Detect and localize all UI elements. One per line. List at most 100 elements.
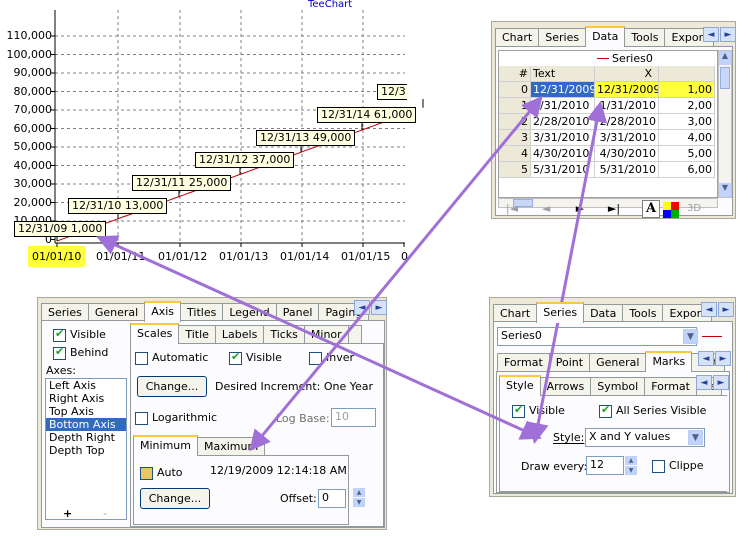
axes-list-item[interactable]: Depth Right: [46, 431, 126, 444]
chevron-right-icon[interactable]: ►: [715, 351, 731, 366]
series-mark-label[interactable]: 12/31/09 1,000: [14, 221, 107, 237]
tab-general[interactable]: General: [589, 353, 647, 372]
tab-tools[interactable]: Tools: [624, 28, 666, 47]
visible-checkbox[interactable]: Visible: [53, 327, 106, 342]
y-cell[interactable]: 2,00: [659, 98, 715, 114]
tab-labels[interactable]: Labels: [214, 325, 265, 344]
tab-scroll[interactable]: ◄ ►: [703, 27, 736, 42]
chevron-right-icon[interactable]: ►: [371, 300, 387, 315]
chevron-left-icon[interactable]: ◄: [698, 351, 714, 366]
draw-every-input[interactable]: 12: [586, 456, 624, 475]
tab-maximum[interactable]: Maximum: [196, 437, 266, 456]
tab-arrows[interactable]: Arrows: [539, 377, 592, 396]
behind-checkbox[interactable]: Behind: [53, 345, 108, 360]
text-cell[interactable]: 12/31/2009: [531, 82, 595, 98]
chevron-down-icon[interactable]: ▼: [688, 430, 703, 445]
offset-spin[interactable]: ▲ ▼: [353, 488, 365, 507]
automatic-checkbox[interactable]: Automatic: [135, 351, 208, 365]
spin-up-icon[interactable]: ▲: [353, 488, 365, 497]
text-cell[interactable]: 2/28/2010: [531, 114, 595, 130]
chevron-left-icon[interactable]: ◄: [703, 27, 719, 42]
tab-scroll[interactable]: ◄ ►: [354, 300, 387, 315]
axes-list-item[interactable]: Right Axis: [46, 392, 126, 405]
x-cell[interactable]: 2/28/2010: [595, 114, 659, 130]
marks-subtab-scroll[interactable]: ◄ ►: [696, 375, 729, 390]
add-axis-button[interactable]: +: [63, 507, 72, 520]
visible-scale-checkbox[interactable]: Visible: [229, 350, 282, 365]
chevron-down-icon[interactable]: ▼: [683, 329, 698, 344]
header-index[interactable]: #: [499, 66, 531, 82]
header-text[interactable]: Text: [531, 66, 595, 82]
tab-axis[interactable]: Axis: [144, 301, 182, 322]
nav-last-button[interactable]: ►|: [602, 202, 626, 215]
axes-list-item[interactable]: Bottom Axis: [46, 418, 126, 431]
text-cell[interactable]: 3/31/2010: [531, 130, 595, 146]
scroll-up-icon[interactable]: ▲: [719, 51, 731, 65]
nav-prev-button[interactable]: ◄: [534, 202, 558, 215]
x-cell[interactable]: 1/31/2010: [595, 98, 659, 114]
marks-visible-checkbox[interactable]: Visible: [512, 403, 565, 418]
axes-list-item[interactable]: Left Axis: [46, 379, 126, 392]
spin-down-icon[interactable]: ▼: [625, 466, 637, 475]
series-mark-label[interactable]: 12/31/14 61,000: [317, 107, 417, 123]
table-row[interactable]: 2 2/28/2010 2/28/2010 3,00: [499, 114, 715, 130]
font-button[interactable]: A: [642, 200, 660, 218]
chevron-left-icon[interactable]: ◄: [354, 300, 370, 315]
change-minimum-button[interactable]: Change...: [140, 488, 210, 509]
tab-symbol[interactable]: Symbol: [590, 377, 646, 396]
scroll-thumb[interactable]: [720, 67, 730, 89]
tab-series[interactable]: Series: [538, 28, 587, 47]
tab-more[interactable]: [347, 325, 362, 344]
y-cell[interactable]: 5,00: [659, 146, 715, 162]
axes-list-item[interactable]: Depth Top: [46, 444, 126, 457]
chevron-right-icon[interactable]: ►: [718, 302, 734, 317]
series-mark-label[interactable]: 12/31/12 37,000: [195, 152, 295, 168]
x-cell[interactable]: 5/31/2010: [595, 162, 659, 178]
change-increment-button[interactable]: Change...: [137, 376, 207, 397]
remove-axis-button[interactable]: -: [103, 507, 107, 520]
tab-chart[interactable]: Chart: [495, 28, 540, 47]
y-cell[interactable]: 1,00: [659, 82, 715, 98]
tab-point[interactable]: Point: [548, 353, 591, 372]
all-series-visible-checkbox[interactable]: All Series Visible: [599, 403, 706, 418]
tab-ticks[interactable]: Ticks: [263, 325, 305, 344]
tab-minimum[interactable]: Minimum: [133, 435, 198, 456]
chevron-right-icon[interactable]: ►: [720, 27, 736, 42]
text-cell[interactable]: 4/30/2010: [531, 146, 595, 162]
table-row[interactable]: 1 1/31/2010 1/31/2010 2,00: [499, 98, 715, 114]
tab-style[interactable]: Style: [499, 375, 541, 396]
chevron-left-icon[interactable]: ◄: [701, 302, 717, 317]
axes-list-item[interactable]: Top Axis: [46, 405, 126, 418]
table-row[interactable]: 0 12/31/2009 12/31/2009 1,00: [499, 82, 715, 98]
tab-minor[interactable]: Minor: [303, 325, 349, 344]
inverted-checkbox[interactable]: Inver: [309, 351, 354, 365]
text-cell[interactable]: 1/31/2010: [531, 98, 595, 114]
table-row[interactable]: 5 5/31/2010 5/31/2010 6,00: [499, 162, 715, 178]
series-mark-label[interactable]: 12/31/10 13,000: [68, 198, 168, 214]
tab-marks[interactable]: Marks: [645, 351, 693, 372]
tab-scroll[interactable]: ◄ ►: [701, 302, 734, 317]
tab-title[interactable]: Title: [178, 325, 216, 344]
series-select[interactable]: Series0: [497, 327, 697, 346]
y-cell[interactable]: 4,00: [659, 130, 715, 146]
subtab-scroll[interactable]: ◄ ►: [698, 351, 731, 366]
y-cell[interactable]: 6,00: [659, 162, 715, 178]
grid-vscroll[interactable]: ▲ ▼: [718, 50, 732, 198]
x-cell[interactable]: 12/31/2009: [595, 82, 659, 98]
log-base-input[interactable]: 10: [331, 408, 376, 427]
y-cell[interactable]: 3,00: [659, 114, 715, 130]
color-palette-icon[interactable]: [663, 202, 679, 218]
series-mark-label[interactable]: 12/31/13 49,000: [256, 130, 356, 146]
3d-button[interactable]: 3D: [687, 203, 701, 214]
logarithmic-checkbox[interactable]: Logarithmic: [135, 411, 217, 425]
series-mark-label[interactable]: 12/31/11 25,000: [132, 175, 232, 191]
text-cell[interactable]: 5/31/2010: [531, 162, 595, 178]
tab-series[interactable]: Series: [536, 302, 585, 323]
axes-list[interactable]: Left Axis Right Axis Top Axis Bottom Axis De…: [45, 378, 127, 520]
chevron-left-icon[interactable]: ◄: [696, 375, 712, 390]
tab-scales[interactable]: Scales: [130, 323, 180, 344]
offset-input[interactable]: 0: [318, 489, 346, 508]
auto-checkbox[interactable]: Auto: [140, 466, 183, 480]
tab-format[interactable]: Format: [497, 353, 550, 372]
nav-next-button[interactable]: ►: [568, 202, 592, 215]
